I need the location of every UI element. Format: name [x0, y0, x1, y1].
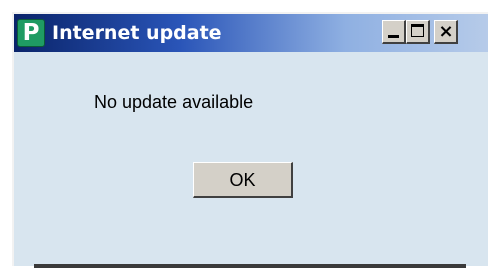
maximize-icon [411, 24, 424, 37]
p-logo-icon[interactable]: P [17, 19, 45, 47]
minimize-icon [388, 35, 399, 38]
maximize-button[interactable] [406, 20, 430, 44]
minimize-button[interactable] [382, 20, 406, 44]
ok-button[interactable]: OK [193, 162, 293, 198]
status-message: No update available [94, 92, 254, 112]
app-icon-letter: P [22, 20, 40, 46]
bottom-divider [34, 264, 466, 268]
window-title: Internet update [52, 22, 222, 44]
title-bar[interactable]: P Internet update × [14, 14, 488, 52]
close-icon: × [438, 21, 454, 42]
close-button[interactable]: × [434, 20, 458, 44]
dialog-window: P Internet update × No update available … [12, 12, 488, 268]
